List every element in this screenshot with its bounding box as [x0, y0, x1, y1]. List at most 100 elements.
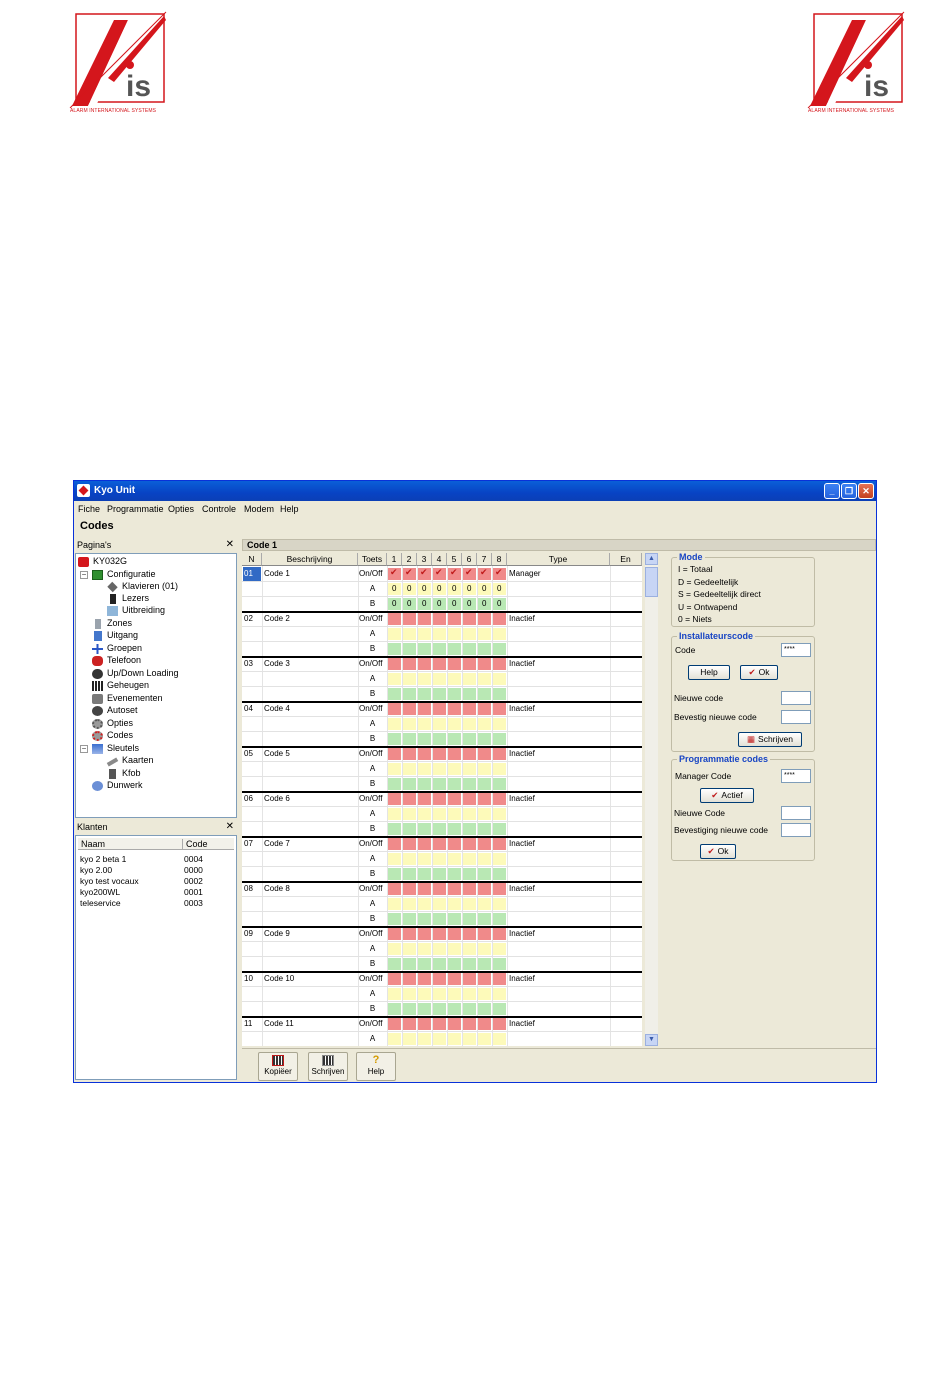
- list-item[interactable]: kyo 2 beta 1 0004: [80, 854, 230, 865]
- mode-b-cell[interactable]: [433, 733, 446, 745]
- code-description[interactable]: Code 9: [264, 927, 356, 941]
- list-item[interactable]: kyo test vocaux 0002: [80, 876, 230, 887]
- mode-a-cell[interactable]: [403, 628, 416, 640]
- mode-b-cell[interactable]: 0: [448, 598, 461, 610]
- onoff-checkbox[interactable]: [448, 883, 461, 895]
- mode-a-cell[interactable]: [463, 853, 476, 865]
- mode-a-cell[interactable]: [388, 898, 401, 910]
- mode-a-cell[interactable]: [493, 943, 506, 955]
- mode-b-cell[interactable]: [463, 688, 476, 700]
- code-type[interactable]: Inactief: [509, 882, 609, 896]
- onoff-checkbox[interactable]: [448, 793, 461, 805]
- mode-a-cell[interactable]: 0: [388, 583, 401, 595]
- onoff-checkbox[interactable]: [463, 793, 476, 805]
- mode-b-cell[interactable]: [388, 913, 401, 925]
- active-button[interactable]: ✔ Actief: [700, 788, 754, 803]
- onoff-checkbox[interactable]: [463, 748, 476, 760]
- mode-b-cell[interactable]: [448, 823, 461, 835]
- mode-b-cell[interactable]: [418, 958, 431, 970]
- onoff-checkbox[interactable]: ✔: [388, 567, 401, 580]
- onoff-checkbox[interactable]: [388, 658, 401, 670]
- collapse-icon[interactable]: −: [80, 745, 88, 753]
- mode-a-cell[interactable]: [388, 763, 401, 775]
- mode-a-cell[interactable]: [448, 763, 461, 775]
- mode-a-cell[interactable]: [433, 898, 446, 910]
- onoff-checkbox[interactable]: [478, 703, 491, 715]
- onoff-checkbox[interactable]: [388, 703, 401, 715]
- minimize-button[interactable]: _: [824, 483, 840, 499]
- mode-a-cell[interactable]: [478, 853, 491, 865]
- mode-a-cell[interactable]: [448, 628, 461, 640]
- onoff-checkbox[interactable]: [448, 658, 461, 670]
- onoff-checkbox[interactable]: [418, 748, 431, 760]
- mode-a-cell[interactable]: [493, 988, 506, 1000]
- code-description[interactable]: Code 1: [264, 567, 356, 581]
- mode-a-cell[interactable]: [463, 1033, 476, 1045]
- mode-a-cell[interactable]: [448, 673, 461, 685]
- mode-a-cell[interactable]: [433, 763, 446, 775]
- onoff-checkbox[interactable]: [388, 1018, 401, 1030]
- new-code-field[interactable]: [781, 691, 811, 705]
- mode-b-cell[interactable]: [433, 868, 446, 880]
- mode-b-cell[interactable]: [463, 823, 476, 835]
- code-number[interactable]: 07: [243, 837, 261, 851]
- mode-b-cell[interactable]: [433, 778, 446, 790]
- mode-a-cell[interactable]: [448, 898, 461, 910]
- mode-a-cell[interactable]: [478, 943, 491, 955]
- mode-b-cell[interactable]: [478, 823, 491, 835]
- close-icon[interactable]: ✕: [226, 539, 234, 550]
- onoff-checkbox[interactable]: [433, 928, 446, 940]
- mode-a-cell[interactable]: [448, 718, 461, 730]
- mode-a-cell[interactable]: 0: [418, 583, 431, 595]
- manager-code-field[interactable]: ****: [781, 769, 811, 783]
- onoff-checkbox[interactable]: [478, 658, 491, 670]
- mode-a-cell[interactable]: [493, 853, 506, 865]
- column-header-6[interactable]: 6: [462, 553, 477, 566]
- mode-a-cell[interactable]: [478, 718, 491, 730]
- mode-a-cell[interactable]: [433, 853, 446, 865]
- mode-b-cell[interactable]: [463, 913, 476, 925]
- mode-a-cell[interactable]: [493, 718, 506, 730]
- mode-b-cell[interactable]: [433, 688, 446, 700]
- mode-a-cell[interactable]: [403, 718, 416, 730]
- onoff-checkbox[interactable]: [433, 748, 446, 760]
- mode-b-cell[interactable]: [478, 643, 491, 655]
- mode-b-cell[interactable]: [388, 778, 401, 790]
- mode-a-cell[interactable]: [478, 628, 491, 640]
- onoff-checkbox[interactable]: [448, 748, 461, 760]
- close-button[interactable]: ✕: [858, 483, 874, 499]
- mode-b-cell[interactable]: [493, 823, 506, 835]
- mode-b-cell[interactable]: [478, 688, 491, 700]
- onoff-checkbox[interactable]: [478, 613, 491, 625]
- mode-b-cell[interactable]: [418, 913, 431, 925]
- onoff-checkbox[interactable]: [403, 703, 416, 715]
- mode-a-cell[interactable]: [493, 763, 506, 775]
- mode-b-cell[interactable]: [448, 868, 461, 880]
- mode-b-cell[interactable]: [478, 733, 491, 745]
- column-header-1[interactable]: 1: [387, 553, 402, 566]
- onoff-checkbox[interactable]: [493, 883, 506, 895]
- mode-b-cell[interactable]: [388, 958, 401, 970]
- onoff-checkbox[interactable]: [448, 703, 461, 715]
- mode-b-cell[interactable]: [463, 643, 476, 655]
- mode-b-cell[interactable]: [403, 688, 416, 700]
- onoff-checkbox[interactable]: ✔: [463, 567, 476, 580]
- mode-a-cell[interactable]: [478, 988, 491, 1000]
- mode-a-cell[interactable]: [433, 988, 446, 1000]
- onoff-checkbox[interactable]: [388, 928, 401, 940]
- menu-fiche[interactable]: Fiche: [78, 504, 100, 514]
- mode-a-cell[interactable]: [463, 808, 476, 820]
- mode-a-cell[interactable]: [448, 808, 461, 820]
- onoff-checkbox[interactable]: [433, 613, 446, 625]
- mode-a-cell[interactable]: 0: [493, 583, 506, 595]
- onoff-checkbox[interactable]: [403, 883, 416, 895]
- onoff-checkbox[interactable]: [478, 838, 491, 850]
- onoff-checkbox[interactable]: [463, 973, 476, 985]
- scroll-down-icon[interactable]: ▼: [645, 1034, 658, 1046]
- column-header-3[interactable]: 3: [417, 553, 432, 566]
- code-type[interactable]: Manager: [509, 567, 609, 581]
- onoff-checkbox[interactable]: [493, 838, 506, 850]
- mode-a-cell[interactable]: [418, 943, 431, 955]
- onoff-checkbox[interactable]: [493, 793, 506, 805]
- mode-b-cell[interactable]: 0: [418, 598, 431, 610]
